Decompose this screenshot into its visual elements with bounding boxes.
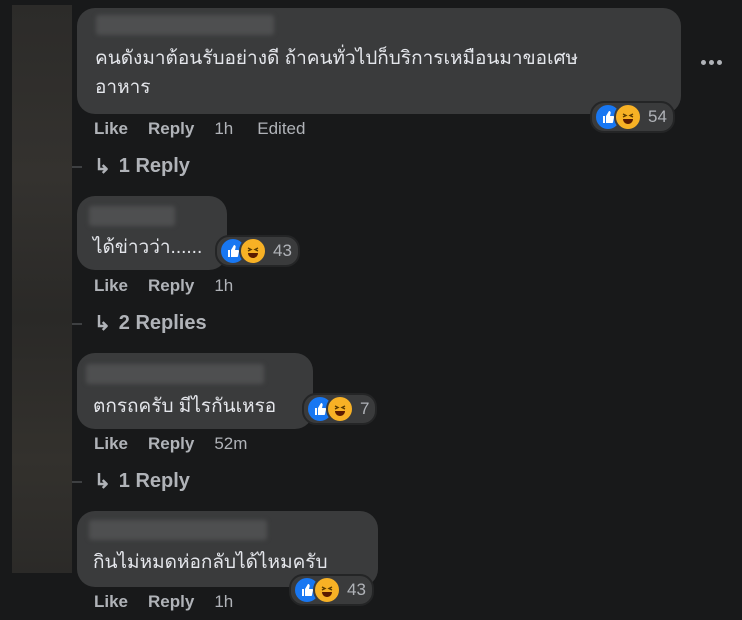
haha-icon bbox=[239, 237, 267, 265]
comment-text-line: ตกรถครับ มีไรกันเหรอ bbox=[93, 396, 277, 417]
haha-icon bbox=[614, 103, 642, 131]
haha-icon bbox=[326, 395, 354, 423]
reaction-summary[interactable]: 43 bbox=[289, 574, 374, 606]
view-replies-button[interactable]: ↳ 1 Reply bbox=[94, 154, 190, 179]
like-button[interactable]: Like bbox=[94, 276, 128, 296]
thread-connector bbox=[72, 481, 82, 483]
reaction-count: 43 bbox=[273, 241, 292, 260]
comment-actions: Like Reply 52m bbox=[94, 434, 271, 454]
reaction-count: 7 bbox=[360, 399, 370, 418]
commenter-name[interactable] bbox=[89, 520, 267, 540]
reply-button[interactable]: Reply bbox=[148, 276, 194, 296]
like-button[interactable]: Like bbox=[94, 434, 128, 454]
comment-actions: Like Reply 1h bbox=[94, 592, 257, 612]
view-replies-button[interactable]: ↳ 2 Replies bbox=[94, 311, 207, 336]
commenter-name[interactable] bbox=[86, 364, 264, 384]
view-replies-button[interactable]: ↳ 1 Reply bbox=[94, 469, 190, 494]
commenter-name[interactable] bbox=[89, 206, 175, 226]
more-dot bbox=[700, 59, 706, 65]
reply-button[interactable]: Reply bbox=[148, 119, 194, 139]
comment-actions: Like Reply 1h Edited bbox=[94, 119, 329, 139]
comment-actions: Like Reply 1h bbox=[94, 276, 257, 296]
reply-arrow-icon: ↳ bbox=[94, 313, 111, 335]
comment-text-line: ได้ข่าวว่า...... bbox=[93, 237, 203, 258]
reaction-count: 54 bbox=[648, 107, 667, 126]
timestamp[interactable]: 1h bbox=[214, 592, 233, 612]
like-button[interactable]: Like bbox=[94, 119, 128, 139]
reply-arrow-icon: ↳ bbox=[94, 156, 111, 178]
comment-text-line: อาหาร bbox=[95, 77, 151, 98]
more-options-button[interactable] bbox=[697, 48, 725, 76]
reply-arrow-icon: ↳ bbox=[94, 471, 111, 493]
replies-label: 1 Reply bbox=[118, 470, 190, 492]
timestamp[interactable]: 52m bbox=[214, 434, 247, 454]
replies-label: 1 Reply bbox=[118, 155, 190, 177]
comment-text-line: คนดังมาต้อนรับอย่างดี ถ้าคนทั่วไปก็บริกา… bbox=[95, 48, 579, 69]
more-dot bbox=[708, 59, 714, 65]
edited-label: Edited bbox=[257, 119, 306, 138]
timestamp[interactable]: 1h bbox=[214, 119, 233, 139]
reply-button[interactable]: Reply bbox=[148, 434, 194, 454]
more-dot bbox=[716, 59, 722, 65]
commenter-name[interactable] bbox=[96, 15, 274, 35]
comment-text-line: กินไม่หมดห่อกลับได้ไหมครับ bbox=[93, 552, 328, 573]
thread-connector bbox=[72, 166, 82, 168]
reaction-summary[interactable]: 43 bbox=[215, 235, 300, 267]
reaction-summary[interactable]: 7 bbox=[302, 393, 378, 425]
reaction-summary[interactable]: 54 bbox=[590, 101, 675, 133]
avatar-column bbox=[12, 5, 72, 573]
reply-button[interactable]: Reply bbox=[148, 592, 194, 612]
replies-label: 2 Replies bbox=[118, 312, 207, 334]
reaction-count: 43 bbox=[347, 580, 366, 599]
like-button[interactable]: Like bbox=[94, 592, 128, 612]
timestamp[interactable]: 1h bbox=[214, 276, 233, 296]
haha-icon bbox=[313, 576, 341, 604]
thread-connector bbox=[72, 323, 82, 325]
